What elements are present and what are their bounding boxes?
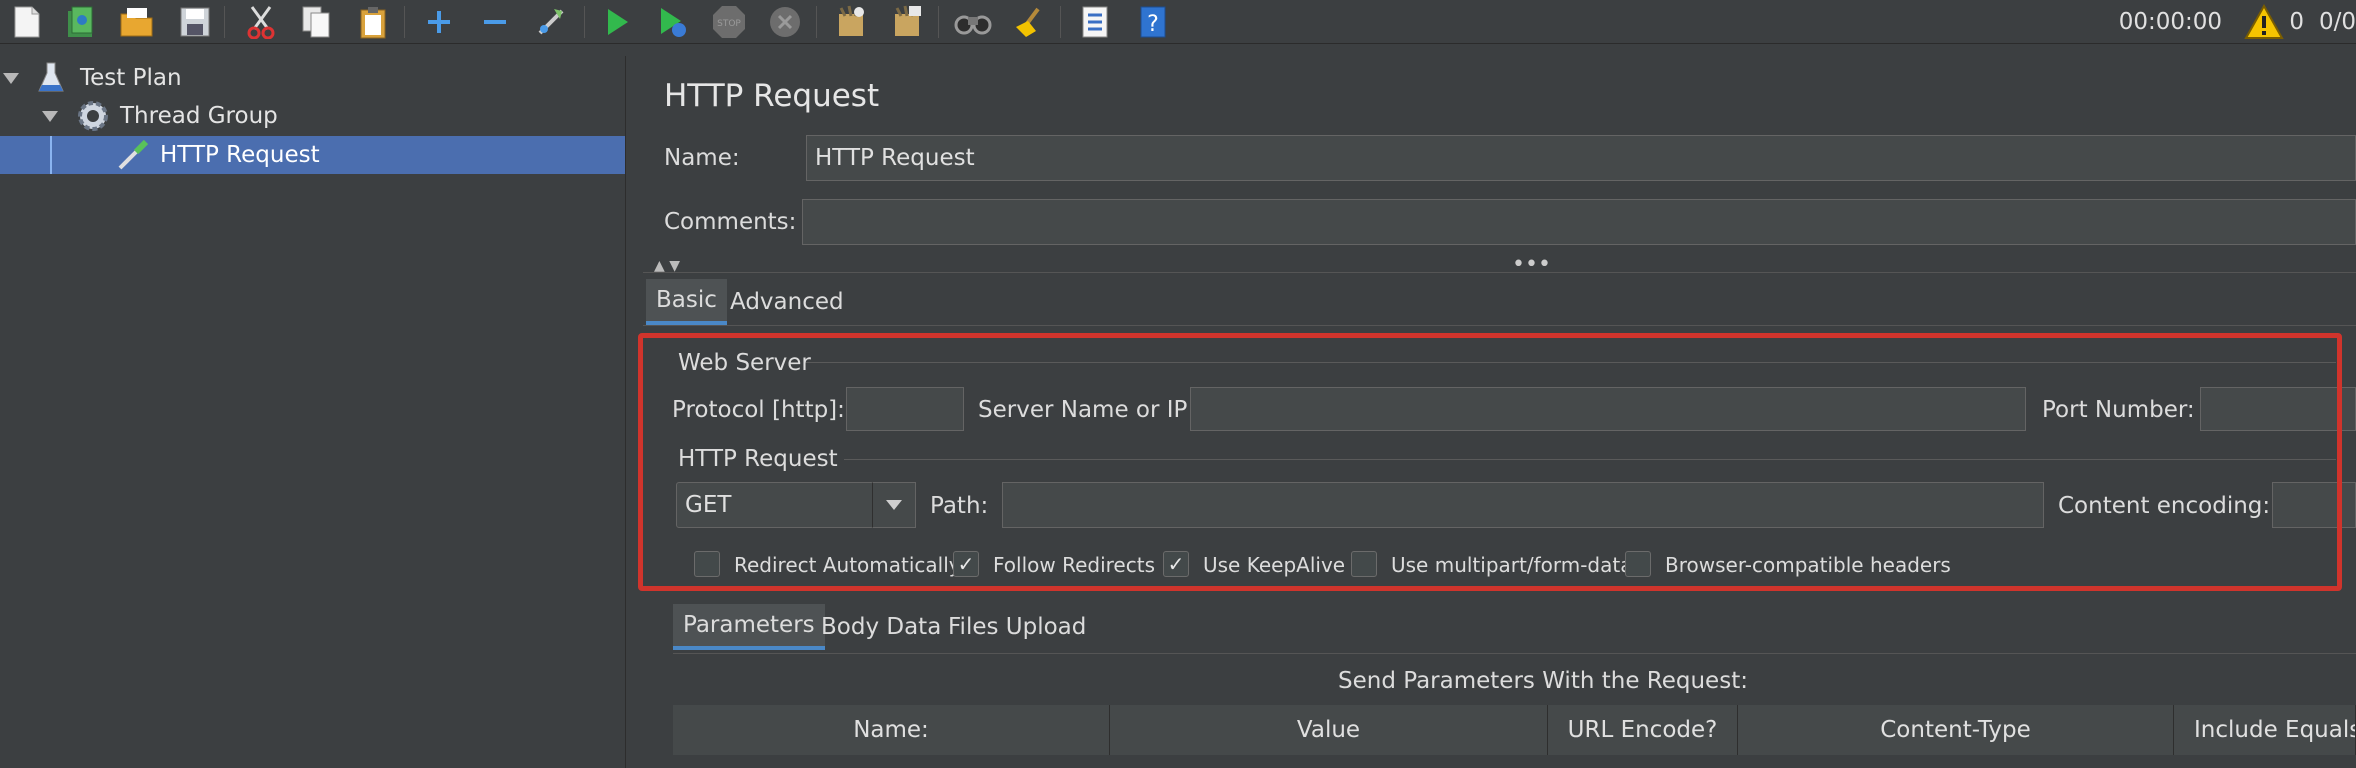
function-helper-icon[interactable]	[1076, 3, 1114, 41]
comments-field[interactable]	[802, 199, 2356, 245]
tab-advanced[interactable]: Advanced	[720, 279, 854, 325]
name-label: Name:	[664, 145, 740, 171]
open-icon[interactable]	[118, 3, 156, 41]
tab-parameters[interactable]: Parameters	[673, 604, 825, 650]
svg-text:STOP: STOP	[717, 19, 741, 29]
column-header-content-type[interactable]: Content-Type	[1738, 705, 2174, 755]
elapsed-time: 00:00:00	[2118, 9, 2222, 35]
start-no-pauses-icon[interactable]	[654, 3, 692, 41]
column-header-include-equals[interactable]: Include Equals?	[2174, 705, 2356, 755]
expand-arrow-icon[interactable]	[3, 73, 19, 84]
column-header-name[interactable]: Name:	[673, 705, 1110, 755]
tab-basic[interactable]: Basic	[646, 279, 727, 325]
content-encoding-field[interactable]	[2272, 482, 2356, 528]
follow-redirects-checkbox[interactable]: ✓	[953, 551, 979, 577]
http-request-legend: HTTP Request	[678, 446, 838, 472]
new-icon[interactable]	[8, 3, 46, 41]
flask-icon	[38, 61, 64, 101]
active-threads: 0/0	[2318, 9, 2356, 35]
expand-all-icon[interactable]	[420, 3, 458, 41]
save-icon[interactable]	[176, 3, 214, 41]
tab-body-data[interactable]: Body Data	[811, 604, 951, 650]
parameters-caption: Send Parameters With the Request:	[1338, 668, 1748, 694]
collapse-all-icon[interactable]	[476, 3, 514, 41]
tree-item-thread-group[interactable]: Thread Group	[0, 97, 625, 135]
reset-search-icon[interactable]	[1010, 3, 1048, 41]
path-field[interactable]	[1002, 482, 2044, 528]
stop-icon[interactable]: STOP	[710, 3, 748, 41]
path-label: Path:	[930, 493, 989, 519]
protocol-label: Protocol [http]:	[672, 397, 845, 423]
shutdown-icon[interactable]	[766, 3, 804, 41]
use-keepalive-checkbox[interactable]: ✓	[1163, 551, 1189, 577]
name-field[interactable]: HTTP Request	[806, 135, 2356, 181]
gear-icon	[76, 99, 110, 139]
cut-icon[interactable]	[242, 3, 280, 41]
tree-item-label: Test Plan	[80, 65, 182, 91]
redirect-automatically-checkbox[interactable]	[694, 551, 720, 577]
clear-all-icon[interactable]	[888, 3, 926, 41]
tree-item-test-plan[interactable]: Test Plan	[0, 59, 625, 97]
use-keepalive-label: Use KeepAlive	[1203, 553, 1346, 577]
protocol-field[interactable]	[846, 387, 964, 431]
method-select[interactable]: GET	[676, 482, 874, 528]
pipette-icon	[116, 138, 150, 178]
column-header-value[interactable]: Value	[1110, 705, 1548, 755]
comments-label: Comments:	[664, 209, 797, 235]
redirect-automatically-label: Redirect Automatically	[734, 553, 961, 577]
tree-item-http-request[interactable]: HTTP Request	[0, 136, 625, 174]
copy-icon[interactable]	[298, 3, 336, 41]
clear-icon[interactable]	[832, 3, 870, 41]
toolbar: STOP ? 00:00:00 0 0/0	[0, 0, 2356, 44]
expand-arrow-icon[interactable]	[42, 111, 58, 122]
column-header-url-encode[interactable]: URL Encode?	[1548, 705, 1738, 755]
page-title: HTTP Request	[664, 78, 880, 114]
port-number-label: Port Number:	[2042, 397, 2195, 423]
tree-item-label: Thread Group	[120, 103, 278, 129]
paste-icon[interactable]	[354, 3, 392, 41]
method-value: GET	[685, 492, 732, 518]
browser-compatible-headers-checkbox[interactable]	[1625, 551, 1651, 577]
method-dropdown-button[interactable]	[872, 482, 916, 528]
use-multipart-label: Use multipart/form-data	[1391, 553, 1633, 577]
start-icon[interactable]	[598, 3, 636, 41]
svg-text:?: ?	[1147, 12, 1159, 37]
toggle-icon[interactable]	[532, 3, 570, 41]
panel-splitter[interactable]	[625, 56, 643, 768]
search-icon[interactable]	[954, 3, 992, 41]
warning-count: 0	[2289, 9, 2304, 35]
use-multipart-checkbox[interactable]	[1351, 551, 1377, 577]
server-name-label: Server Name or IP:	[978, 397, 1196, 423]
tree-item-label: HTTP Request	[160, 142, 320, 168]
warning-icon[interactable]	[2244, 3, 2284, 44]
drag-handle-icon[interactable]: •••	[1512, 252, 1551, 277]
browser-compatible-headers-label: Browser-compatible headers	[1665, 553, 1951, 577]
chevron-down-icon	[886, 500, 902, 510]
port-number-field[interactable]	[2200, 387, 2356, 431]
server-name-field[interactable]	[1190, 387, 2026, 431]
split-arrows-icon[interactable]: ▲ ▼	[654, 258, 680, 274]
help-icon[interactable]: ?	[1134, 3, 1172, 41]
web-server-legend: Web Server	[678, 350, 811, 376]
follow-redirects-label: Follow Redirects	[993, 553, 1155, 577]
test-plan-tree: Test Plan Thread Group HTTP Request	[0, 56, 625, 768]
templates-icon[interactable]	[62, 3, 100, 41]
tab-files-upload[interactable]: Files Upload	[938, 604, 1096, 650]
content-encoding-label: Content encoding:	[2058, 493, 2271, 519]
